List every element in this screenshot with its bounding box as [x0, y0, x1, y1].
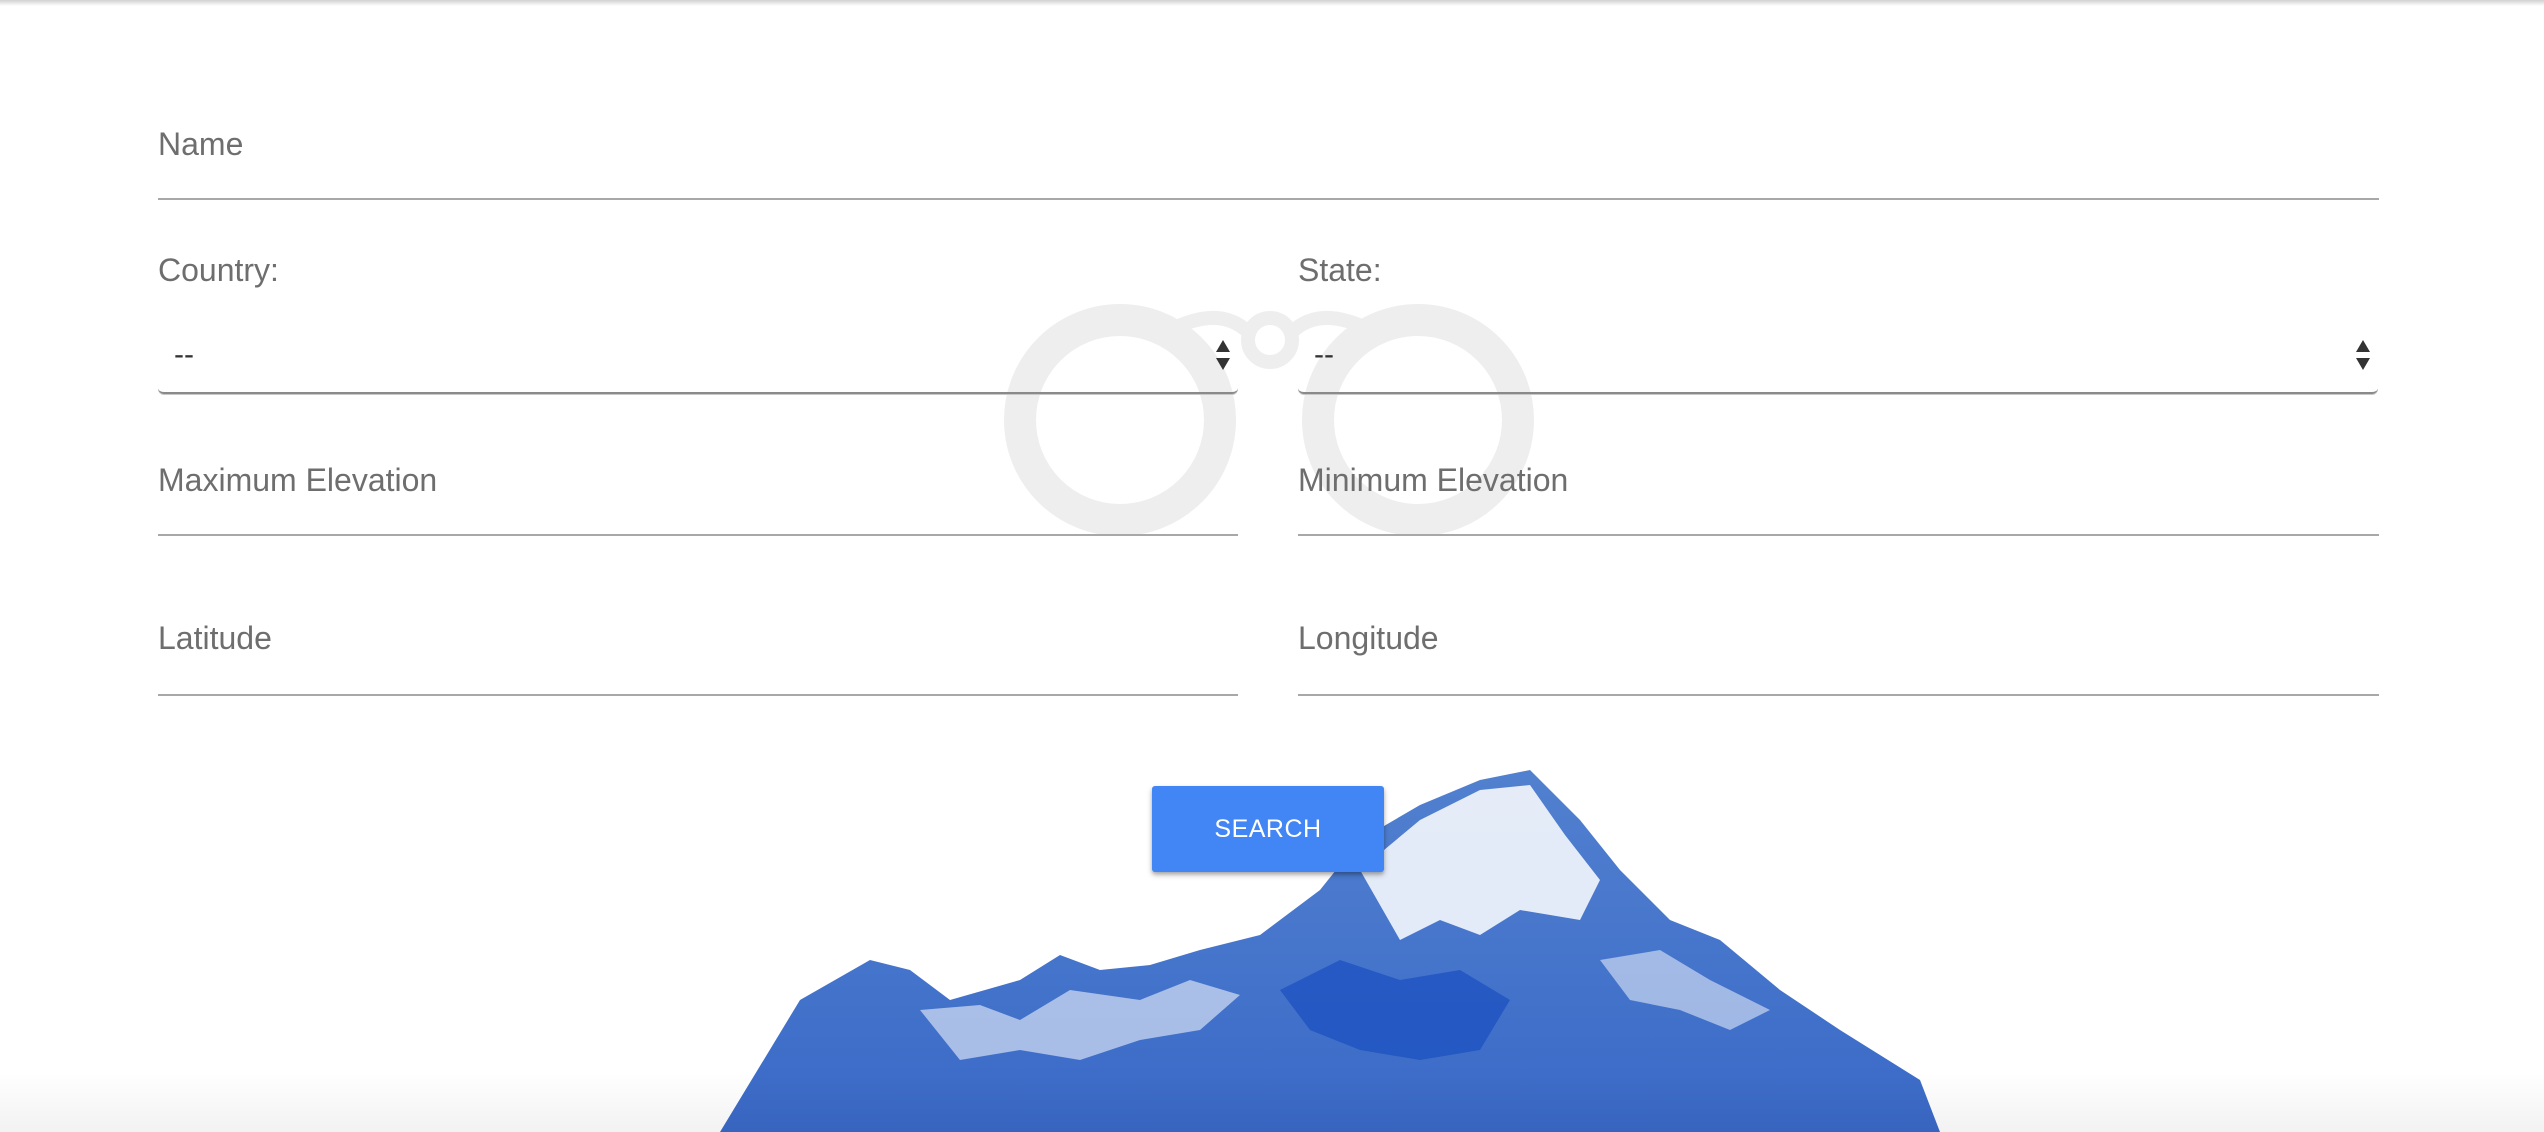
state-select[interactable]: -- [1298, 324, 2378, 394]
updown-arrows-icon [1216, 340, 1230, 370]
country-selected-value: -- [174, 338, 194, 371]
min-elevation-field[interactable]: Minimum Elevation [1298, 450, 2379, 536]
longitude-field[interactable]: Longitude [1298, 608, 2379, 696]
country-label: Country: [158, 252, 279, 288]
name-input[interactable] [158, 136, 2379, 198]
state-selected-value: -- [1314, 338, 1334, 371]
max-elevation-field[interactable]: Maximum Elevation [158, 450, 1238, 536]
longitude-input[interactable] [1298, 632, 2379, 694]
name-field[interactable]: Name [158, 112, 2379, 200]
latitude-input[interactable] [158, 632, 1238, 694]
country-select[interactable]: -- [158, 324, 1238, 394]
search-button[interactable]: SEARCH [1152, 786, 1384, 872]
bottom-fade [0, 1072, 2544, 1132]
latitude-field[interactable]: Latitude [158, 608, 1238, 696]
updown-arrows-icon [2356, 340, 2370, 370]
min-elevation-input[interactable] [1298, 472, 2379, 534]
search-form: Name Country: -- State: -- Maximum Eleva… [158, 0, 2379, 1132]
state-label: State: [1298, 252, 1382, 288]
max-elevation-input[interactable] [158, 472, 1238, 534]
